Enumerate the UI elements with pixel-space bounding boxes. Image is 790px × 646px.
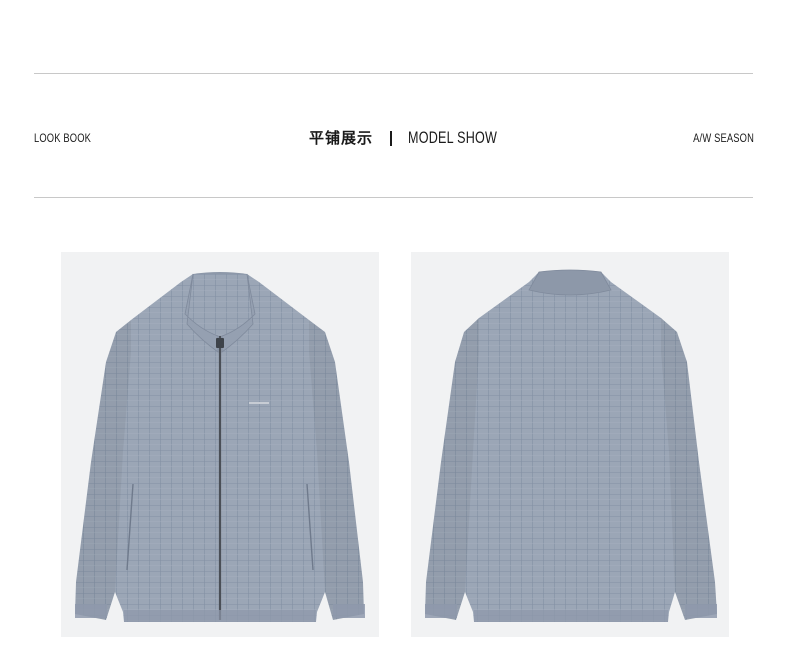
section-title-en: MODEL SHOW xyxy=(408,128,498,147)
jacket-front-illustration xyxy=(75,272,365,622)
bottom-divider-line xyxy=(34,197,753,198)
top-divider-line xyxy=(34,73,753,74)
jacket-back-illustration xyxy=(425,269,717,622)
section-title-cn: 平铺展示 xyxy=(309,129,374,147)
season-label: A/W SEASON xyxy=(693,131,754,145)
look-book-label: LOOK BOOK xyxy=(34,131,92,145)
section-title: 平铺展示 MODEL SHOW xyxy=(309,126,528,150)
jacket-back-image xyxy=(411,252,729,637)
jacket-front-image xyxy=(61,252,379,637)
title-separator xyxy=(390,130,393,146)
